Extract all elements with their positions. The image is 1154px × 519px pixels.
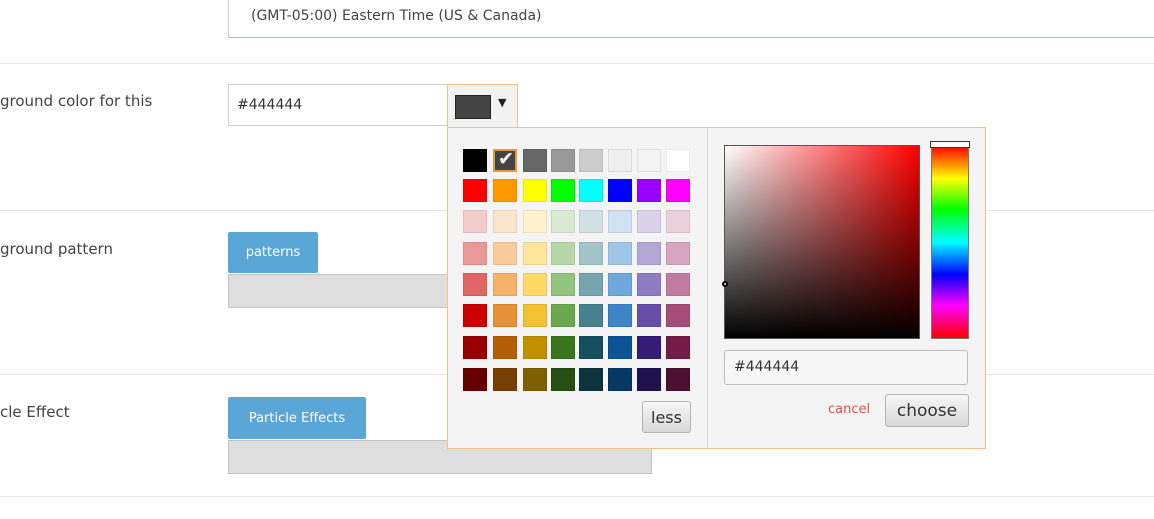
color-swatch[interactable] — [637, 304, 661, 327]
color-swatch[interactable] — [637, 368, 661, 391]
color-swatch[interactable] — [666, 304, 690, 327]
color-swatch[interactable] — [551, 242, 575, 265]
color-swatch[interactable] — [463, 242, 487, 265]
color-swatch[interactable] — [579, 368, 603, 391]
choose-button[interactable]: choose — [885, 394, 969, 427]
color-swatch[interactable] — [608, 336, 632, 359]
background-color-input[interactable]: #444444 — [228, 84, 448, 126]
color-picker-popup: ✔ less #444444 cancel choose — [447, 127, 986, 449]
color-picker-toggle[interactable]: ▼ — [447, 84, 518, 128]
hue-slider[interactable] — [931, 145, 969, 339]
chevron-down-icon: ▼ — [498, 96, 507, 109]
color-swatch[interactable] — [637, 273, 661, 296]
color-swatch[interactable] — [666, 368, 690, 391]
timezone-value: (GMT-05:00) Eastern Time (US & Canada) — [251, 8, 542, 24]
picker-hex-input[interactable]: #444444 — [724, 350, 968, 385]
less-button[interactable]: less — [642, 401, 691, 433]
color-swatch[interactable] — [666, 242, 690, 265]
color-swatch[interactable] — [463, 304, 487, 327]
color-swatch[interactable] — [637, 242, 661, 265]
color-swatch[interactable]: ✔ — [493, 148, 517, 172]
color-swatch[interactable] — [579, 336, 603, 359]
color-swatch[interactable] — [493, 242, 517, 265]
color-swatch[interactable] — [523, 273, 547, 296]
color-swatch[interactable] — [463, 179, 487, 202]
hue-slider-handle[interactable] — [930, 141, 970, 148]
color-swatch[interactable] — [523, 149, 547, 172]
color-swatch[interactable] — [608, 242, 632, 265]
color-swatch[interactable] — [637, 149, 661, 172]
background-color-label: ground color for this — [0, 92, 153, 110]
row-divider — [0, 496, 1154, 497]
row-divider — [0, 63, 1154, 64]
color-swatch[interactable] — [608, 179, 632, 202]
color-swatch[interactable] — [493, 179, 517, 202]
color-swatch[interactable] — [666, 179, 690, 202]
patterns-button[interactable]: patterns — [228, 232, 318, 273]
color-swatch[interactable] — [666, 273, 690, 296]
color-swatch[interactable] — [637, 179, 661, 202]
cancel-link[interactable]: cancel — [828, 402, 870, 417]
color-swatch[interactable] — [579, 179, 603, 202]
color-swatch[interactable] — [551, 273, 575, 296]
color-swatch[interactable] — [637, 336, 661, 359]
color-swatch[interactable] — [523, 304, 547, 327]
saturation-value-area[interactable] — [724, 145, 920, 339]
color-swatch[interactable] — [608, 149, 632, 172]
color-swatch[interactable] — [551, 149, 575, 172]
picker-divider — [707, 128, 708, 448]
color-swatch[interactable] — [463, 336, 487, 359]
color-swatch[interactable] — [523, 368, 547, 391]
color-swatch[interactable] — [551, 368, 575, 391]
current-color-swatch — [455, 95, 491, 119]
color-swatch[interactable] — [608, 273, 632, 296]
color-swatch[interactable] — [551, 210, 575, 233]
color-swatch[interactable] — [551, 179, 575, 202]
color-swatch[interactable] — [608, 304, 632, 327]
saturation-cursor[interactable] — [722, 281, 728, 287]
color-swatch[interactable] — [666, 210, 690, 233]
color-swatch[interactable] — [493, 304, 517, 327]
color-swatch[interactable] — [493, 368, 517, 391]
color-swatch[interactable] — [579, 273, 603, 296]
color-swatch[interactable] — [463, 149, 487, 172]
color-swatch[interactable] — [579, 242, 603, 265]
color-swatch[interactable] — [523, 179, 547, 202]
color-swatch[interactable] — [666, 149, 690, 172]
color-swatch[interactable] — [493, 336, 517, 359]
color-swatch[interactable] — [579, 304, 603, 327]
color-swatch[interactable] — [579, 210, 603, 233]
particle-effect-label: cle Effect — [0, 403, 70, 421]
color-swatch[interactable] — [463, 210, 487, 233]
color-swatch[interactable] — [493, 273, 517, 296]
color-swatch[interactable] — [523, 210, 547, 233]
color-swatch[interactable] — [493, 210, 517, 233]
color-swatch[interactable] — [463, 273, 487, 296]
color-swatch[interactable] — [666, 336, 690, 359]
checkmark-icon: ✔ — [498, 148, 514, 170]
color-swatch[interactable] — [637, 210, 661, 233]
color-swatch[interactable] — [551, 304, 575, 327]
color-swatch[interactable] — [608, 210, 632, 233]
background-pattern-label: ground pattern — [0, 240, 113, 258]
color-swatch[interactable] — [551, 336, 575, 359]
color-swatch[interactable] — [463, 368, 487, 391]
color-swatch[interactable] — [608, 368, 632, 391]
color-swatch[interactable] — [523, 336, 547, 359]
particle-effects-button[interactable]: Particle Effects — [228, 397, 366, 439]
color-swatch[interactable] — [523, 242, 547, 265]
pattern-preview-field — [228, 274, 450, 308]
color-swatch[interactable] — [579, 149, 603, 172]
